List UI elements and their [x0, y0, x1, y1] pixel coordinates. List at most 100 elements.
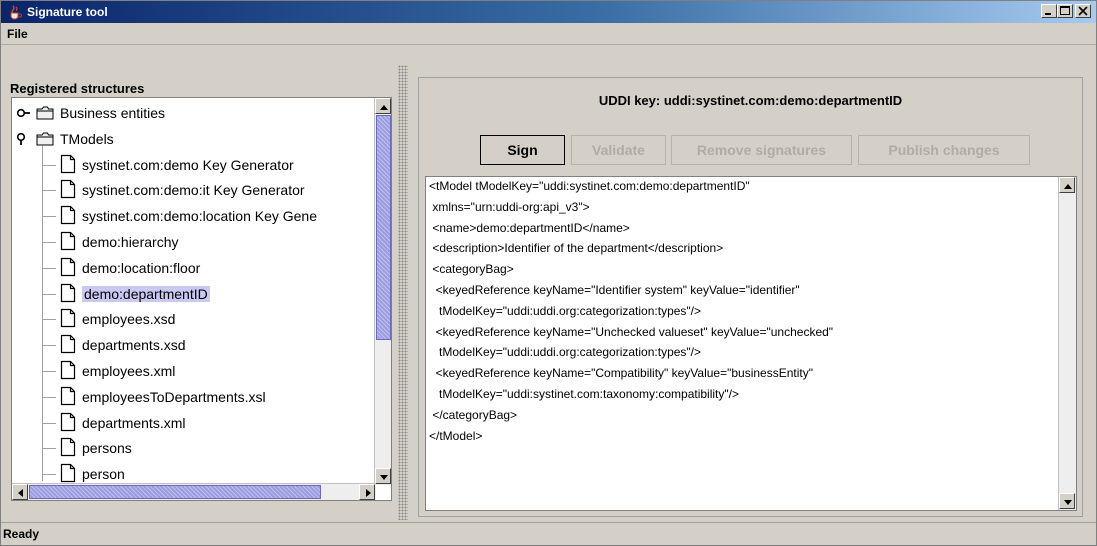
node-collapsed-icon[interactable]	[16, 107, 30, 119]
xml-line: <keyedReference keyName="Identifier syst…	[429, 283, 800, 297]
maximize-icon	[1060, 6, 1070, 15]
tree-item-label: persons	[82, 440, 132, 457]
tree-item[interactable]: systinet.com:demo Key Generator	[12, 152, 352, 178]
tree-item[interactable]: demo:departmentID	[12, 281, 352, 307]
arrow-right-icon	[366, 489, 371, 497]
close-button[interactable]	[1075, 4, 1091, 18]
document-icon	[60, 257, 76, 276]
tree-connector-line	[42, 145, 43, 482]
tree-item[interactable]: employees.xsd	[12, 306, 352, 332]
tree-horizontal-thumb[interactable]	[29, 485, 321, 499]
tree-item-label: systinet.com:demo:it Key Generator	[82, 182, 305, 199]
tree-item[interactable]: employees.xml	[12, 358, 352, 384]
minimize-button[interactable]	[1041, 4, 1057, 18]
tree-folder-node[interactable]: Business entities	[12, 100, 352, 126]
tree-folder-node[interactable]: TModels	[12, 126, 352, 152]
xml-line: </categoryBag>	[429, 407, 518, 422]
tree-item-label: TModels	[60, 130, 114, 147]
arrow-up-icon	[1064, 184, 1072, 189]
tree-item-label: employees.xsd	[82, 311, 176, 328]
document-icon	[60, 206, 76, 225]
document-icon	[60, 154, 76, 173]
status-text: Ready	[3, 527, 40, 541]
document-icon	[60, 335, 76, 354]
tree-item[interactable]: departments.xsd	[12, 332, 352, 358]
java-cup-icon	[10, 5, 22, 20]
document-icon	[60, 231, 76, 251]
folder-icon	[36, 132, 54, 146]
tree-item-label: demo:location:floor	[82, 259, 201, 276]
tree-item-label: Business entities	[60, 105, 166, 121]
menu-bar: File	[1, 23, 1096, 45]
xml-line: <keyedReference keyName="Compatibility" …	[429, 366, 814, 381]
tree-item[interactable]: systinet.com:demo:location Key Gene	[12, 203, 352, 229]
xml-vertical-scrollbar[interactable]	[1058, 177, 1076, 510]
tree-item-label: systinet.com:demo Key Generator	[82, 156, 294, 173]
close-icon	[1078, 6, 1088, 16]
window-title: Signature tool	[27, 5, 108, 19]
scroll-right-button[interactable]	[359, 484, 375, 500]
xml-scroll-up-button[interactable]	[1059, 177, 1075, 193]
xml-scroll-down-button[interactable]	[1059, 493, 1075, 509]
xml-line: <categoryBag>	[429, 262, 514, 277]
minimize-icon	[1045, 13, 1051, 15]
detail-panel: UDDI key: uddi:systinet.com:demo:departm…	[418, 77, 1083, 517]
signature-tool-window: Signature tool File Registered structure…	[0, 0, 1097, 546]
tree-item-label: departments.xsd	[82, 337, 186, 354]
tree-item[interactable]: systinet.com:demo:it Key Generator	[12, 177, 352, 203]
arrow-down-icon	[380, 475, 388, 480]
node-expanded-icon[interactable]	[16, 132, 30, 145]
xml-line: </tModel>	[429, 428, 483, 443]
xml-line: xmlns="urn:uddi-org:api_v3">	[429, 199, 590, 214]
tree-item-label: demo:hierarchy	[82, 234, 179, 250]
tree-item-label: departments.xml	[82, 414, 186, 431]
xml-text-area[interactable]: <tModel tModelKey="uddi:systinet.com:dem…	[425, 176, 1077, 511]
xml-line: <keyedReference keyName="Unchecked value…	[429, 324, 834, 339]
arrow-left-icon	[18, 489, 23, 497]
scroll-left-button[interactable]	[12, 484, 28, 500]
tree-item[interactable]: employeesToDepartments.xsl	[12, 384, 352, 410]
sign-button[interactable]: Sign	[480, 135, 565, 165]
xml-line: tModelKey="uddi:uddi.org:categorization:…	[429, 345, 702, 360]
document-icon	[60, 438, 76, 457]
document-icon	[60, 386, 76, 405]
tree-item-label: employees.xml	[82, 363, 176, 379]
tree-item-label: employeesToDepartments.xsl	[82, 388, 266, 405]
arrow-up-icon	[380, 105, 388, 110]
xml-line: tModelKey="uddi:uddi.org:categorization:…	[429, 303, 702, 318]
tree-horizontal-scrollbar[interactable]	[12, 483, 376, 500]
publish-changes-button[interactable]: Publish changes	[858, 135, 1030, 165]
document-icon	[60, 360, 76, 380]
registered-structures-title: Registered structures	[10, 81, 145, 96]
document-icon	[60, 464, 76, 483]
structures-tree[interactable]: Business entities TModels systinet.com:dem…	[11, 97, 392, 501]
tree-item[interactable]: demo:hierarchy	[12, 229, 352, 255]
tree-item-label: demo:departmentID	[82, 285, 210, 302]
xml-line: <name>demo:departmentID</name>	[429, 220, 630, 235]
validate-button[interactable]: Validate	[571, 135, 666, 165]
scroll-down-button[interactable]	[375, 468, 391, 484]
tree-item-label: systinet.com:demo:location Key Gene	[82, 208, 318, 225]
menu-file[interactable]: File	[7, 27, 28, 41]
document-icon	[60, 283, 76, 302]
scroll-up-button[interactable]	[375, 98, 391, 114]
status-bar: Ready	[1, 522, 1096, 545]
tree-vertical-scrollbar[interactable]	[374, 98, 391, 485]
remove-signatures-button[interactable]: Remove signatures	[671, 135, 852, 165]
arrow-down-icon	[1064, 500, 1072, 505]
tree-item[interactable]: departments.xml	[12, 410, 352, 436]
registered-structures-panel: Registered structures Business entities T…	[6, 67, 393, 515]
title-bar[interactable]: Signature tool	[1, 1, 1096, 23]
xml-line: tModelKey="uddi:systinet.com:taxonomy:co…	[429, 387, 739, 401]
tree-item-label: person	[82, 466, 125, 483]
tree-item[interactable]: persons	[12, 435, 352, 461]
xml-line: <tModel tModelKey="uddi:systinet.com:dem…	[429, 179, 750, 193]
document-icon	[60, 309, 76, 328]
tree-item[interactable]: demo:location:floor	[12, 255, 352, 281]
tree-vertical-thumb[interactable]	[376, 115, 391, 340]
maximize-button[interactable]	[1057, 4, 1073, 18]
xml-line: <description>Identifier of the departmen…	[429, 241, 724, 256]
split-pane-divider[interactable]	[398, 65, 408, 520]
uddi-key-label: UDDI key: uddi:systinet.com:demo:departm…	[598, 93, 903, 108]
document-icon	[60, 412, 76, 431]
